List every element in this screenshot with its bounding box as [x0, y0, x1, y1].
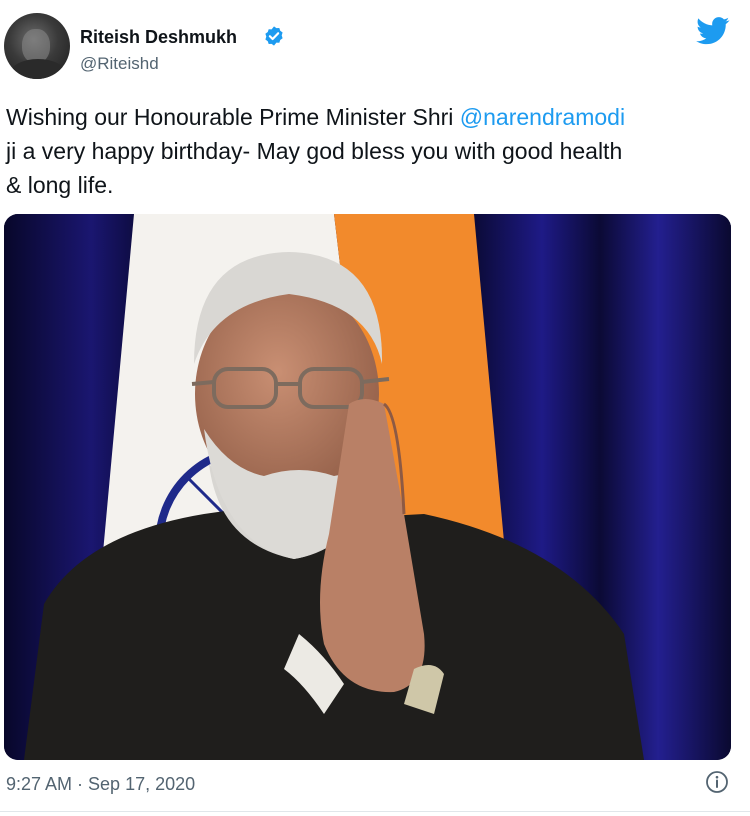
mention-link[interactable]: @narendramodi	[460, 104, 625, 130]
avatar[interactable]	[4, 13, 70, 79]
tweet-photo[interactable]	[4, 214, 731, 760]
verified-badge-icon	[265, 26, 283, 46]
avatar-face	[22, 29, 50, 63]
tweet-line-1: Wishing our Honourable Prime Minister Sh…	[6, 100, 746, 134]
tweet-timestamp[interactable]: 9:27 AM · Sep 17, 2020	[6, 774, 195, 795]
photo-illustration	[4, 214, 731, 760]
tweet-text: Wishing our Honourable Prime Minister Sh…	[6, 100, 746, 202]
tweet-text-segment: Wishing our Honourable Prime Minister Sh…	[6, 104, 460, 130]
tweet-line-3: & long life.	[6, 172, 114, 198]
author-name[interactable]: Riteish Deshmukh	[80, 27, 237, 48]
twitter-bird-icon[interactable]	[696, 17, 730, 45]
divider	[0, 811, 750, 812]
avatar-shoulder	[10, 59, 66, 79]
tweet-line-2: ji a very happy birthday- May god bless …	[6, 138, 623, 164]
info-icon[interactable]	[705, 770, 729, 794]
author-handle[interactable]: @Riteishd	[80, 54, 159, 74]
